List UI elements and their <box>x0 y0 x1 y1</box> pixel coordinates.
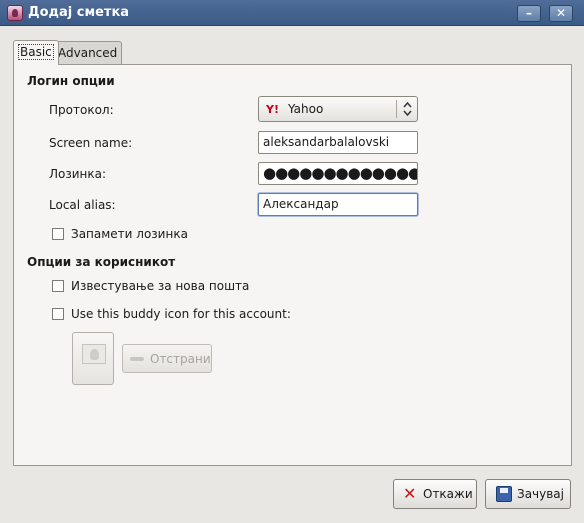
image-placeholder-icon <box>82 344 106 364</box>
combo-separator <box>396 100 397 118</box>
tab-basic[interactable]: Basic <box>13 40 59 65</box>
local-alias-label: Local alias: <box>49 198 116 212</box>
protocol-combo[interactable]: Y! Yahoo <box>258 96 418 122</box>
tab-advanced-label: Advanced <box>58 46 118 60</box>
remove-label: Отстрани <box>150 352 211 366</box>
new-mail-checkbox[interactable] <box>52 280 64 292</box>
remember-password-label[interactable]: Запамети лозинка <box>71 227 188 241</box>
floppy-disk-icon <box>496 486 512 502</box>
save-label: Зачувај <box>517 487 564 501</box>
remember-password-checkbox[interactable] <box>52 228 64 240</box>
password-label: Лозинка: <box>49 167 107 181</box>
save-button[interactable]: Зачувај <box>485 479 571 509</box>
remove-buddy-icon-button[interactable]: Отстрани <box>122 344 212 373</box>
screen-name-label: Screen name: <box>49 136 133 150</box>
buddy-icon-button[interactable] <box>72 332 114 385</box>
screen-name-input[interactable]: aleksandarbalalovski <box>258 131 418 154</box>
pidgin-icon <box>7 5 23 21</box>
tab-advanced[interactable]: Advanced <box>53 41 123 65</box>
x-icon: ✕ <box>403 484 417 503</box>
yahoo-icon: Y! <box>266 103 279 116</box>
buddy-icon-label[interactable]: Use this buddy icon for this account: <box>71 307 291 321</box>
cancel-button[interactable]: ✕ Откажи <box>393 479 477 509</box>
buddy-icon-checkbox[interactable] <box>52 308 64 320</box>
minimize-button[interactable]: – <box>517 5 541 22</box>
local-alias-input[interactable]: Александар <box>258 193 418 216</box>
password-input[interactable]: ●●●●●●●●●●●●●●● <box>258 162 418 185</box>
window-title: Додај сметка <box>28 5 130 20</box>
new-mail-label[interactable]: Известување за нова пошта <box>71 279 249 293</box>
close-window-button[interactable]: ✕ <box>549 5 573 22</box>
user-options-heading: Опции за корисникот <box>27 255 176 269</box>
protocol-label: Протокол: <box>49 103 114 117</box>
minus-icon <box>130 357 144 361</box>
updown-chevron-icon <box>403 101 412 117</box>
login-options-heading: Логин опции <box>27 74 115 88</box>
protocol-value: Yahoo <box>288 102 324 116</box>
tab-basic-label: Basic <box>18 44 54 60</box>
title-bar[interactable]: Додај сметка – ✕ <box>0 0 584 26</box>
cancel-label: Откажи <box>423 487 473 501</box>
